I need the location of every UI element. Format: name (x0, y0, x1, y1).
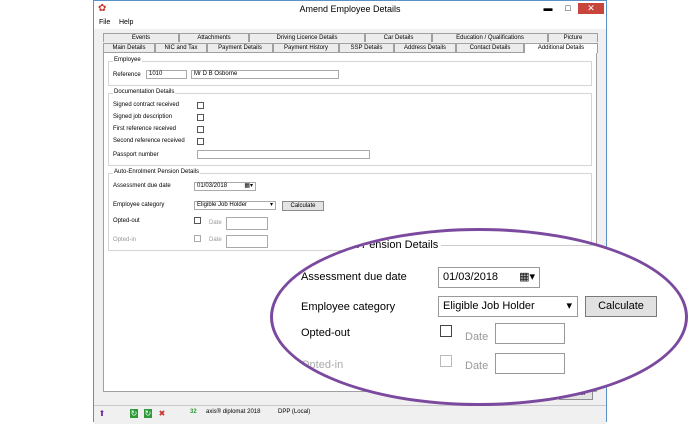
zoom-calculate-button[interactable]: Calculate (585, 296, 657, 317)
tab-picture[interactable]: Picture (548, 33, 598, 42)
zoom-opted-out-label: Opted-out (301, 327, 350, 339)
opted-out-date-label: Date (209, 220, 222, 226)
refresh-icon[interactable]: ↻ (130, 409, 138, 418)
documentation-group-title: Documentation Details (113, 89, 176, 95)
assessment-label: Assessment due date (113, 183, 171, 189)
zoom-opted-in-label: Opted-in (301, 359, 344, 371)
refresh-alt-icon[interactable]: ↻ (144, 409, 152, 418)
reference-field[interactable]: 1010 (146, 70, 187, 79)
tab-payment-details[interactable]: Payment Details (207, 43, 273, 52)
tab-main-details[interactable]: Main Details (103, 43, 155, 52)
tab-additional-details[interactable]: Additional Details (524, 43, 598, 53)
delete-icon[interactable]: ✖ (158, 409, 166, 418)
opted-out-date-field[interactable] (226, 217, 268, 230)
calculate-button[interactable]: Calculate (282, 201, 324, 211)
status-product: axis® diplomat 2018 (206, 409, 261, 415)
menu-file[interactable]: File (99, 19, 110, 26)
zoom-opted-in-date-label: Date (465, 360, 489, 372)
up-arrow-icon[interactable]: ⬆ (98, 409, 106, 418)
zoom-opted-out-date-label: Date (465, 331, 489, 343)
employee-group: Employee Reference 1010 Mr D B Osborne (108, 57, 592, 86)
zoom-category-select[interactable]: Eligible Job Holder ▾ (438, 296, 578, 317)
status-database: DPP (Local) (278, 409, 311, 415)
chevron-down-icon: ▾ (269, 202, 273, 208)
maximize-button[interactable]: □ (559, 3, 577, 14)
signed-contract-checkbox[interactable] (197, 102, 204, 109)
zoom-callout: nrolment Pension Details Assessment due … (270, 228, 688, 406)
tab-payment-history[interactable]: Payment History (273, 43, 339, 52)
zoom-chevron-down-icon: ▾ (566, 300, 572, 312)
tab-car-details[interactable]: Car Details (365, 33, 432, 42)
tab-row-upper: Events Attachments Driving Licence Detai… (103, 33, 598, 42)
opted-in-label: Opted-in (113, 237, 137, 243)
status-bar: ⬆ ↻ ↻ ✖ 32 axis® diplomat 2018 DPP (Loca… (94, 405, 606, 424)
opted-in-date-label: Date (209, 237, 222, 243)
zoom-opted-out-checkbox[interactable] (440, 325, 452, 337)
zoom-opted-in-date-field[interactable] (495, 353, 565, 374)
second-reference-checkbox[interactable] (197, 138, 204, 145)
calendar-dropdown-icon[interactable]: ▦▾ (244, 183, 253, 190)
menu-bar: File Help (94, 18, 606, 29)
signed-job-label: Signed job description (113, 114, 173, 120)
employee-group-title: Employee (113, 57, 142, 63)
menu-help[interactable]: Help (119, 19, 133, 26)
category-value: Eligible Job Holder (197, 202, 248, 208)
pension-group-title: Auto-Enrolment Pension Details (113, 169, 201, 175)
passport-label: Passport number (113, 152, 159, 158)
opted-in-checkbox[interactable] (194, 235, 201, 242)
tab-contact-details[interactable]: Contact Details (456, 43, 524, 52)
opted-out-label: Opted-out (113, 218, 140, 224)
minimize-button[interactable]: ▬ (539, 3, 557, 14)
tab-address-details[interactable]: Address Details (394, 43, 456, 52)
zoom-assessment-date-value: 01/03/2018 (443, 271, 499, 283)
close-button[interactable]: ✕ (578, 3, 604, 14)
zoom-category-label: Employee category (301, 301, 396, 313)
title-bar: ✿ Amend Employee Details ▬ □ ✕ (94, 1, 606, 18)
zoom-opted-out-date-field[interactable] (495, 323, 565, 344)
first-reference-label: First reference received (113, 126, 177, 132)
second-reference-label: Second reference received (113, 138, 185, 144)
category-label: Employee category (113, 202, 165, 208)
zoom-calendar-dropdown-icon[interactable]: ▦▾ (519, 268, 535, 287)
opted-in-date-field[interactable] (226, 235, 268, 248)
tab-row-lower: Main Details NIC and Tax Payment Details… (103, 43, 598, 53)
status-count: 32 (190, 409, 197, 415)
zoom-assessment-date-field[interactable]: 01/03/2018 ▦▾ (438, 267, 540, 288)
documentation-group: Documentation Details Signed contract re… (108, 89, 592, 166)
first-reference-checkbox[interactable] (197, 126, 204, 133)
passport-field[interactable] (197, 150, 370, 159)
zoom-assessment-label: Assessment due date (301, 271, 407, 283)
tab-ssp-details[interactable]: SSP Details (339, 43, 394, 52)
window-title: Amend Employee Details (299, 4, 401, 14)
zoom-category-value: Eligible Job Holder (443, 300, 535, 312)
tab-nic-tax[interactable]: NIC and Tax (155, 43, 207, 52)
zoom-group-title: nrolment Pension Details (313, 239, 442, 251)
zoom-opted-in-checkbox[interactable] (440, 355, 452, 367)
category-select[interactable]: Eligible Job Holder ▾ (194, 201, 276, 210)
assessment-date-value: 01/03/2018 (197, 183, 228, 189)
signed-job-checkbox[interactable] (197, 114, 204, 121)
tab-attachments[interactable]: Attachments (179, 33, 249, 42)
tab-events[interactable]: Events (103, 33, 179, 42)
assessment-date-field[interactable]: 01/03/2018 ▦▾ (194, 182, 256, 191)
reference-label: Reference (113, 72, 141, 78)
tab-education[interactable]: Education / Qualifications (432, 33, 548, 42)
tab-driving-licence[interactable]: Driving Licence Details (249, 33, 365, 42)
opted-out-checkbox[interactable] (194, 217, 201, 224)
employee-name-field[interactable]: Mr D B Osborne (191, 70, 339, 79)
signed-contract-label: Signed contract received (113, 102, 180, 108)
